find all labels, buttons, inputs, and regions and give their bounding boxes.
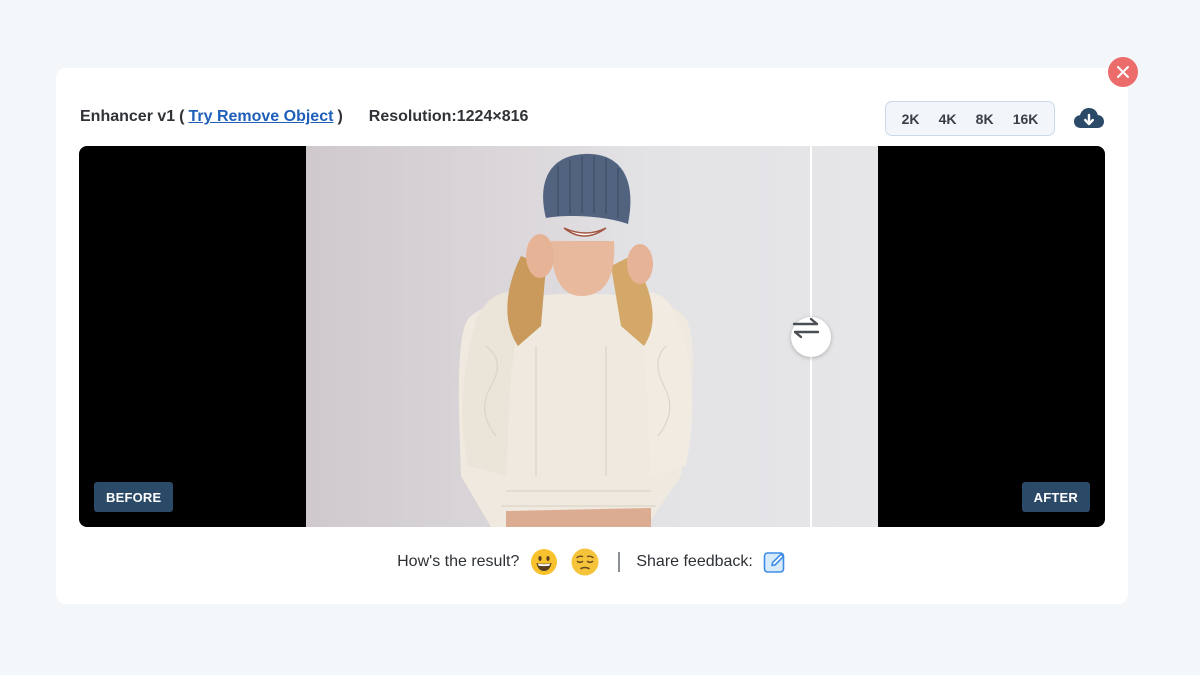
edit-icon: [763, 552, 785, 573]
split-handle[interactable]: [791, 317, 831, 357]
result-prompt: How's the result?: [397, 553, 520, 570]
footer-separator: [618, 552, 621, 572]
resolution-8k-button[interactable]: 8K: [973, 107, 997, 131]
rate-good-button[interactable]: [530, 548, 558, 576]
after-label: AFTER: [1021, 482, 1090, 512]
resolution-selector: 2K 4K 8K 16K: [885, 101, 1055, 136]
download-button[interactable]: [1073, 106, 1105, 132]
share-feedback-button[interactable]: [763, 550, 787, 574]
resolution-4k-button[interactable]: 4K: [936, 107, 960, 131]
before-after-viewer[interactable]: BEFORE AFTER: [79, 146, 1105, 527]
before-label: BEFORE: [94, 482, 174, 512]
model-label: Enhancer v1: [80, 108, 176, 125]
resolution-text: Resolution:1224×816: [368, 108, 529, 125]
rate-bad-button[interactable]: [570, 547, 600, 577]
resolution-2k-button[interactable]: 2K: [899, 107, 923, 131]
header-info: Enhancer v1 ( Try Remove Object ) Resolu…: [80, 108, 528, 126]
swap-arrows-icon: [792, 317, 820, 339]
pensive-face-icon: [571, 548, 599, 576]
paren-open: (: [179, 108, 185, 125]
comparison-image: [306, 146, 878, 527]
close-button[interactable]: [1108, 57, 1138, 87]
try-remove-object-link[interactable]: Try Remove Object: [188, 108, 333, 126]
enhancer-result-card: Enhancer v1 ( Try Remove Object ) Resolu…: [56, 68, 1128, 604]
feedback-label: Share feedback:: [636, 553, 753, 570]
cloud-download-icon: [1074, 108, 1104, 128]
paren-close: ): [337, 108, 343, 125]
grinning-face-icon: [531, 549, 558, 575]
feedback-bar: How's the result? Share feedback:: [56, 547, 1128, 577]
resolution-16k-button[interactable]: 16K: [1010, 107, 1042, 131]
close-icon: [1117, 66, 1129, 78]
